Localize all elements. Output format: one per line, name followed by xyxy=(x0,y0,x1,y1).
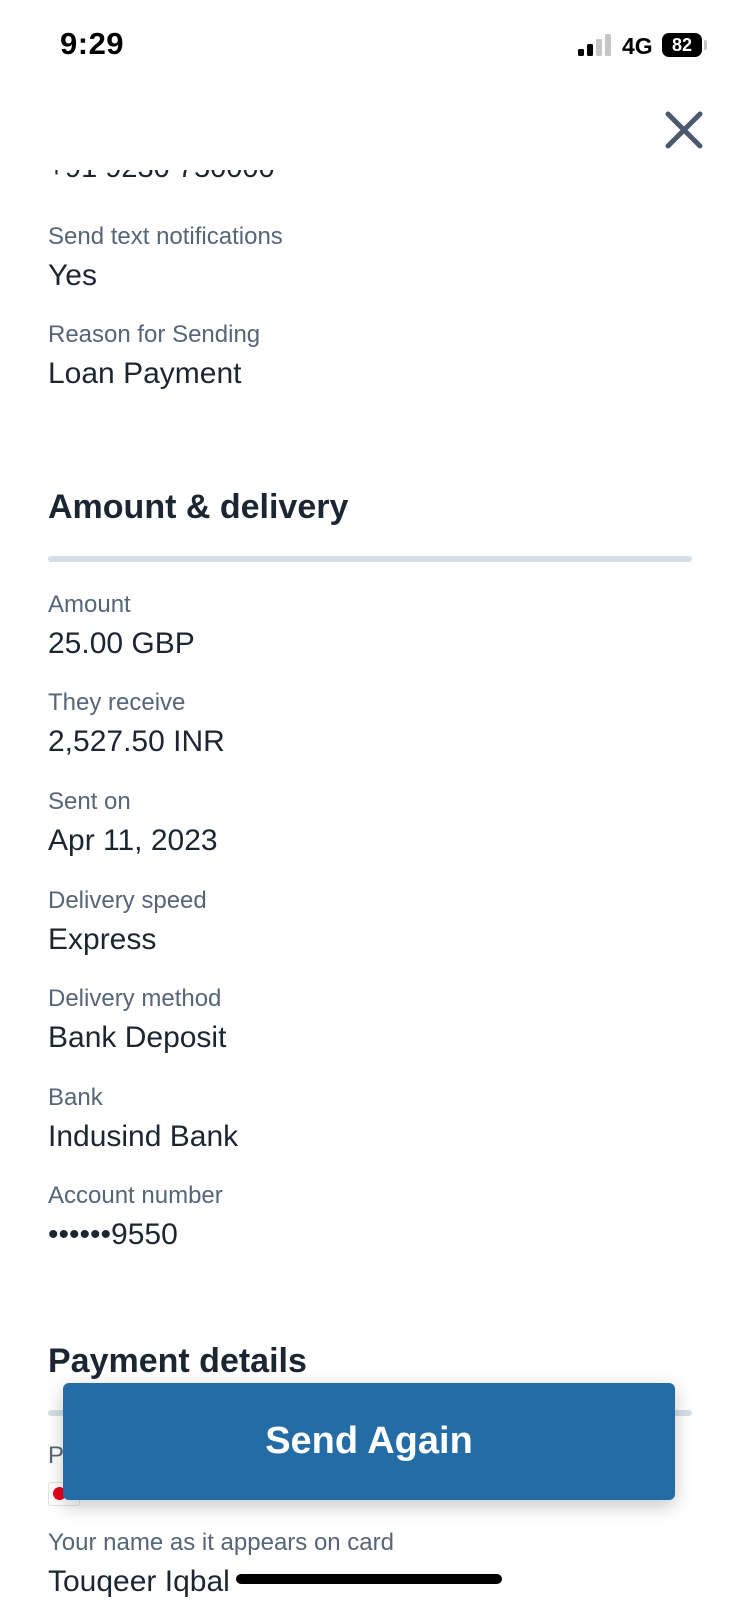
field-label: Your name as it appears on card xyxy=(48,1529,394,1556)
field-label: Send text notifications xyxy=(48,223,283,250)
section-title-amount-delivery: Amount & delivery xyxy=(48,488,349,526)
recipient-phone-partial: +91 9230 750000 xyxy=(48,170,275,185)
field-value: ••••••9550 xyxy=(48,1218,178,1251)
field-value: Bank Deposit xyxy=(48,1021,227,1054)
field-value: Yes xyxy=(48,259,97,292)
battery-icon: 82 xyxy=(662,33,702,57)
field-label: They receive xyxy=(48,689,186,716)
field-sent-on: Sent on Apr 11, 2023 xyxy=(48,787,692,861)
field-delivery-speed: Delivery speed Express xyxy=(48,886,692,960)
close-button[interactable] xyxy=(662,108,706,152)
field-bank: Bank Indusind Bank xyxy=(48,1083,692,1157)
field-label: Bank xyxy=(48,1084,103,1111)
payment-method-label-partial: P xyxy=(48,1442,65,1469)
battery-level: 82 xyxy=(671,35,693,55)
field-label: Amount xyxy=(48,591,131,618)
field-delivery-method: Delivery method Bank Deposit xyxy=(48,984,692,1058)
send-again-button[interactable]: Send Again xyxy=(63,1383,675,1500)
close-icon xyxy=(665,111,703,149)
section-title-payment-details: Payment details xyxy=(48,1342,307,1380)
field-label: Reason for Sending xyxy=(48,321,261,348)
field-value: 25.00 GBP xyxy=(48,627,195,660)
section-divider xyxy=(48,556,692,562)
field-amount: Amount 25.00 GBP xyxy=(48,590,692,664)
field-label: Account number xyxy=(48,1182,223,1209)
field-they-receive: They receive 2,527.50 INR xyxy=(48,688,692,762)
home-indicator[interactable] xyxy=(236,1574,502,1584)
field-label: Delivery method xyxy=(48,985,222,1012)
network-type: 4G xyxy=(622,33,653,59)
field-value: Loan Payment xyxy=(48,357,242,390)
cellular-signal-icon xyxy=(578,34,614,56)
battery-cap xyxy=(704,40,707,50)
field-value: Indusind Bank xyxy=(48,1120,239,1153)
field-label: Sent on xyxy=(48,788,131,815)
field-value: 2,527.50 INR xyxy=(48,725,225,758)
field-name-on-card: Your name as it appears on card Touqeer … xyxy=(48,1528,692,1600)
status-bar: 9:29 4G 82 xyxy=(0,0,739,90)
field-send-text-notifications: Send text notifications Yes xyxy=(48,222,692,296)
status-time: 9:29 xyxy=(60,26,125,61)
field-account-number: Account number ••••••9550 xyxy=(48,1181,692,1255)
field-reason-for-sending: Reason for Sending Loan Payment xyxy=(48,320,692,394)
field-value: Apr 11, 2023 xyxy=(48,824,218,857)
field-value: Express xyxy=(48,923,157,956)
field-label: Delivery speed xyxy=(48,887,207,914)
